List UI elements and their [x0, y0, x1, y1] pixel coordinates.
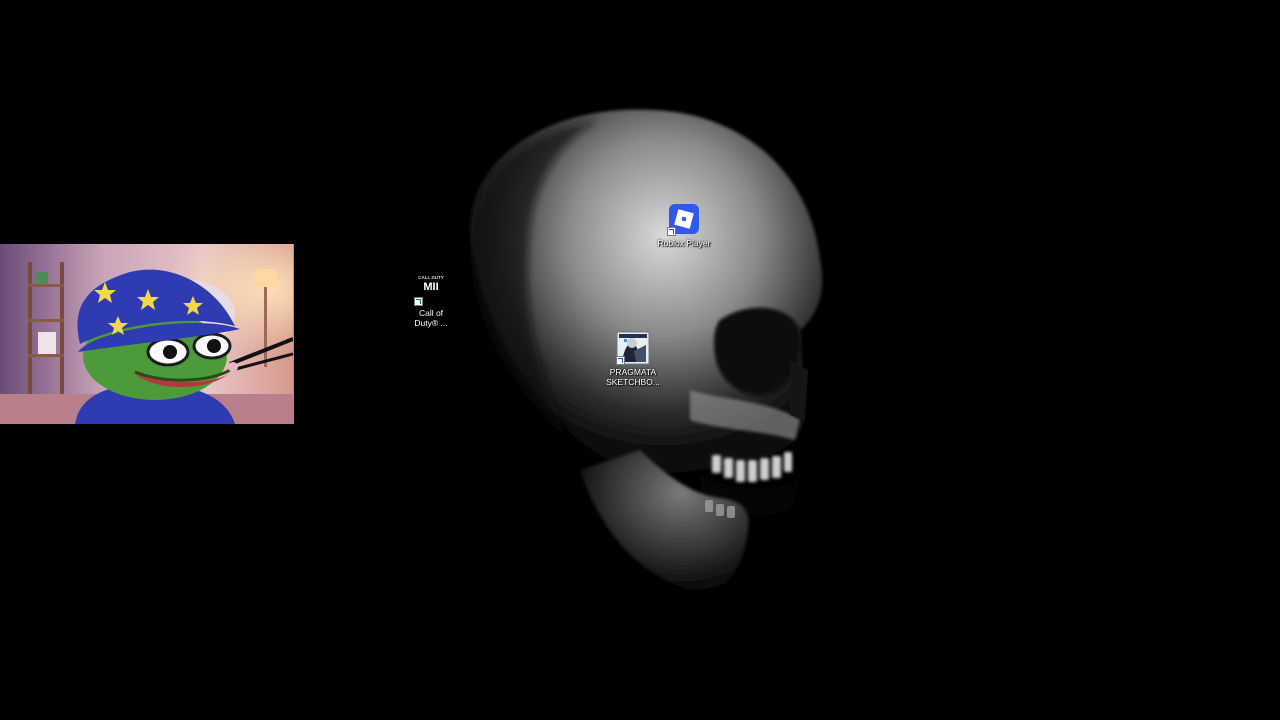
shortcut-arrow-icon	[414, 297, 423, 306]
desktop-icon-label: Call of Duty® ...	[414, 308, 448, 328]
desktop-icon-roblox[interactable]: Roblox Player	[649, 202, 719, 248]
cod-logo-main-text: MII	[423, 281, 438, 293]
peepo-wizard-avatar	[0, 244, 293, 424]
desktop-icon-call-of-duty[interactable]: CALL DUTY MII Call of Duty® ...	[396, 272, 466, 328]
pragmata-sketchbook-icon	[616, 331, 650, 365]
cod-logo-top-text: CALL DUTY	[418, 275, 443, 280]
call-of-duty-mw2-icon: CALL DUTY MII	[414, 272, 448, 306]
desktop-icon-label: Roblox Player	[657, 238, 711, 248]
webcam-overlay	[0, 244, 294, 424]
desktop[interactable]: Roblox Player CALL DUTY MII Call of Duty…	[0, 0, 1280, 720]
shortcut-arrow-icon	[667, 227, 676, 236]
shortcut-arrow-icon	[616, 356, 625, 365]
desktop-icon-label: PRAGMATA SKETCHBO...	[606, 367, 660, 387]
roblox-icon	[667, 202, 701, 236]
desktop-icon-pragmata[interactable]: PRAGMATA SKETCHBO...	[598, 331, 668, 387]
